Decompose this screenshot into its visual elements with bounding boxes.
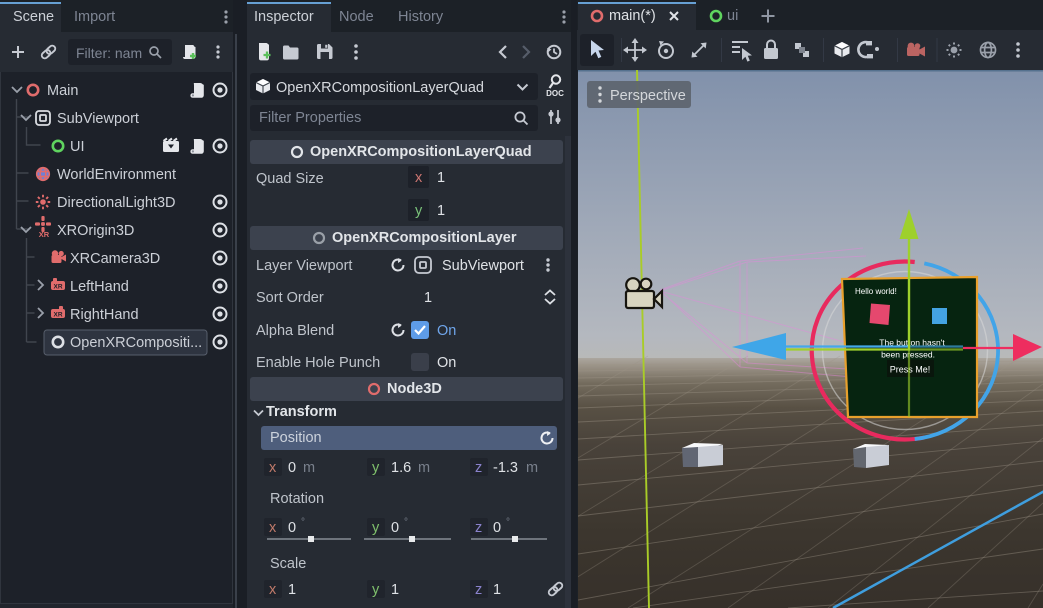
svg-text:XR: XR [39,230,50,239]
svg-text:DOC: DOC [546,89,564,98]
svg-text:Hello world!: Hello world! [855,287,897,296]
svg-text:XR: XR [53,312,62,319]
svg-text:Perspective: Perspective [610,88,686,104]
svg-text:XR: XR [53,284,62,291]
